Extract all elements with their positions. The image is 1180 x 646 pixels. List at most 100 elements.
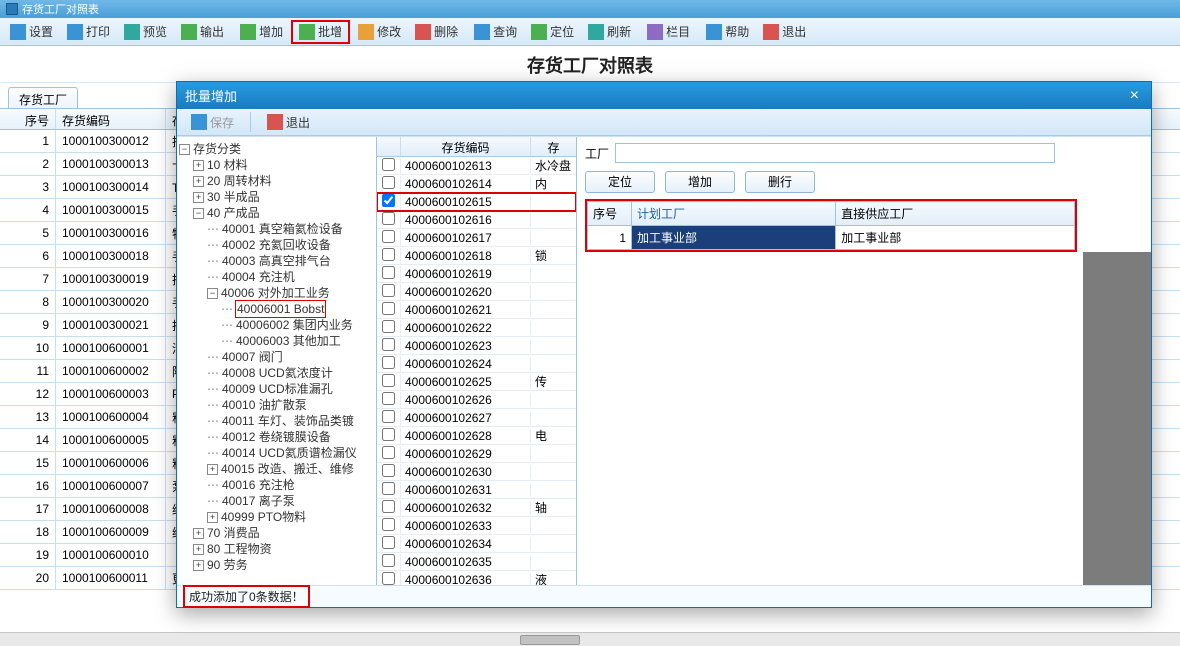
tree-node-40017[interactable]: 40017 离子泵 bbox=[221, 493, 295, 509]
list-item[interactable]: 4000600102616 bbox=[377, 211, 576, 229]
print-button[interactable]: 打印 bbox=[61, 20, 116, 44]
row-checkbox[interactable] bbox=[382, 482, 395, 495]
dialog-exit-button[interactable]: 退出 bbox=[259, 112, 318, 133]
list-item[interactable]: 4000600102631 bbox=[377, 481, 576, 499]
collapse-icon[interactable]: − bbox=[207, 288, 218, 299]
help-button[interactable]: 帮助 bbox=[700, 20, 755, 44]
save-button[interactable]: 保存 bbox=[183, 112, 242, 133]
list-item[interactable]: 4000600102628电 bbox=[377, 427, 576, 445]
table-row[interactable]: 1加工事业部加工事业部 bbox=[588, 226, 1075, 250]
list-item[interactable]: 4000600102633 bbox=[377, 517, 576, 535]
settings-button[interactable]: 设置 bbox=[4, 20, 59, 44]
tree-node-30[interactable]: 30 半成品 bbox=[206, 189, 260, 205]
tree-node-40007[interactable]: 40007 阀门 bbox=[221, 349, 283, 365]
export-button[interactable]: 输出 bbox=[175, 20, 230, 44]
list-item[interactable]: 4000600102635 bbox=[377, 553, 576, 571]
check-all-header[interactable] bbox=[377, 137, 401, 156]
list-item[interactable]: 4000600102624 bbox=[377, 355, 576, 373]
col-plan-factory-header[interactable]: 计划工厂 bbox=[632, 202, 836, 226]
tree-node-40010[interactable]: 40010 油扩散泵 bbox=[221, 397, 307, 413]
tree-node-70[interactable]: 70 消费品 bbox=[206, 525, 260, 541]
tree-node-80[interactable]: 80 工程物资 bbox=[206, 541, 272, 557]
row-checkbox[interactable] bbox=[382, 302, 395, 315]
expand-icon[interactable]: + bbox=[193, 560, 204, 571]
add-button[interactable]: 增加 bbox=[234, 20, 289, 44]
row-checkbox[interactable] bbox=[382, 392, 395, 405]
tree-node-40004[interactable]: 40004 充注机 bbox=[221, 269, 295, 285]
tree-node-40006001[interactable]: 40006001 Bobst bbox=[235, 300, 326, 318]
main-horizontal-scrollbar[interactable] bbox=[0, 632, 1180, 646]
exit-button[interactable]: 退出 bbox=[757, 20, 812, 44]
col-seq-header[interactable]: 序号 bbox=[0, 109, 56, 129]
cell-plan-factory[interactable]: 加工事业部 bbox=[632, 226, 836, 250]
collapse-icon[interactable]: − bbox=[193, 208, 204, 219]
row-checkbox[interactable] bbox=[382, 446, 395, 459]
code-column-header[interactable]: 存货编码 bbox=[401, 137, 531, 156]
list-item[interactable]: 4000600102622 bbox=[377, 319, 576, 337]
row-checkbox[interactable] bbox=[382, 194, 395, 207]
list-item[interactable]: 4000600102625传 bbox=[377, 373, 576, 391]
delete-button[interactable]: 删除 bbox=[409, 20, 464, 44]
list-item[interactable]: 4000600102614内 bbox=[377, 175, 576, 193]
tree-node-40006003[interactable]: 40006003 其他加工 bbox=[235, 333, 341, 349]
modify-button[interactable]: 修改 bbox=[352, 20, 407, 44]
row-checkbox[interactable] bbox=[382, 320, 395, 333]
dialog-titlebar[interactable]: 批量增加 × bbox=[177, 82, 1151, 109]
list-item[interactable]: 4000600102630 bbox=[377, 463, 576, 481]
tree-node-40014[interactable]: 40014 UCD氦质谱检漏仪 bbox=[221, 445, 357, 461]
tree-node-10[interactable]: 10 材料 bbox=[206, 157, 248, 173]
list-item[interactable]: 4000600102623 bbox=[377, 337, 576, 355]
expand-icon[interactable]: + bbox=[207, 512, 218, 523]
row-checkbox[interactable] bbox=[382, 500, 395, 513]
tree-node-40015[interactable]: 40015 改造、搬迁、维修 bbox=[220, 461, 354, 477]
tree-node-90[interactable]: 90 劳务 bbox=[206, 557, 248, 573]
add-row-button[interactable]: 增加 bbox=[665, 171, 735, 193]
expand-icon[interactable]: + bbox=[193, 528, 204, 539]
list-item[interactable]: 4000600102632轴 bbox=[377, 499, 576, 517]
factory-input[interactable] bbox=[615, 143, 1055, 163]
list-item[interactable]: 4000600102615 bbox=[377, 193, 576, 211]
delete-row-button[interactable]: 删行 bbox=[745, 171, 815, 193]
col-seq-header[interactable]: 序号 bbox=[588, 202, 632, 226]
list-item[interactable]: 4000600102618锁 bbox=[377, 247, 576, 265]
locate-button[interactable]: 定位 bbox=[525, 20, 580, 44]
row-checkbox[interactable] bbox=[382, 572, 395, 585]
row-checkbox[interactable] bbox=[382, 248, 395, 261]
row-checkbox[interactable] bbox=[382, 266, 395, 279]
list-item[interactable]: 4000600102627 bbox=[377, 409, 576, 427]
refresh-button[interactable]: 刷新 bbox=[582, 20, 637, 44]
row-checkbox[interactable] bbox=[382, 284, 395, 297]
collapse-icon[interactable]: − bbox=[179, 144, 190, 155]
category-tree[interactable]: −存货分类 +10 材料 +20 周转材料 +30 半成品 −40 产成品 ⋯4… bbox=[179, 141, 374, 573]
batch-add-button[interactable]: 批增 bbox=[291, 20, 350, 44]
columns-button[interactable]: 栏目 bbox=[641, 20, 696, 44]
name-column-header[interactable]: 存 bbox=[531, 137, 576, 156]
expand-icon[interactable]: + bbox=[193, 176, 204, 187]
expand-icon[interactable]: + bbox=[193, 544, 204, 555]
tree-node-40011[interactable]: 40011 车灯、装饰品类镀 bbox=[221, 413, 354, 429]
tree-node-40[interactable]: 40 产成品 bbox=[206, 205, 260, 221]
list-item[interactable]: 4000600102620 bbox=[377, 283, 576, 301]
preview-button[interactable]: 预览 bbox=[118, 20, 173, 44]
row-checkbox[interactable] bbox=[382, 230, 395, 243]
item-list-body[interactable]: 4000600102613水冷盘4000600102614内4000600102… bbox=[377, 157, 576, 585]
tree-node-40999[interactable]: 40999 PTO物料 bbox=[220, 509, 306, 525]
close-icon[interactable]: × bbox=[1126, 87, 1143, 105]
expand-icon[interactable]: + bbox=[193, 192, 204, 203]
row-checkbox[interactable] bbox=[382, 158, 395, 171]
tree-node-20[interactable]: 20 周转材料 bbox=[206, 173, 272, 189]
tree-node-40006002[interactable]: 40006002 集团内业务 bbox=[235, 317, 353, 333]
row-checkbox[interactable] bbox=[382, 176, 395, 189]
tree-node-40001[interactable]: 40001 真空箱氦检设备 bbox=[221, 221, 343, 237]
row-checkbox[interactable] bbox=[382, 428, 395, 441]
list-item[interactable]: 4000600102617 bbox=[377, 229, 576, 247]
tree-root[interactable]: 存货分类 bbox=[192, 141, 241, 157]
list-item[interactable]: 4000600102626 bbox=[377, 391, 576, 409]
list-item[interactable]: 4000600102634 bbox=[377, 535, 576, 553]
cell-supply-factory[interactable]: 加工事业部 bbox=[836, 226, 1075, 250]
list-item[interactable]: 4000600102619 bbox=[377, 265, 576, 283]
tree-node-40006[interactable]: 40006 对外加工业务 bbox=[220, 285, 330, 301]
row-checkbox[interactable] bbox=[382, 410, 395, 423]
row-checkbox[interactable] bbox=[382, 212, 395, 225]
tree-node-40016[interactable]: 40016 充注枪 bbox=[221, 477, 295, 493]
